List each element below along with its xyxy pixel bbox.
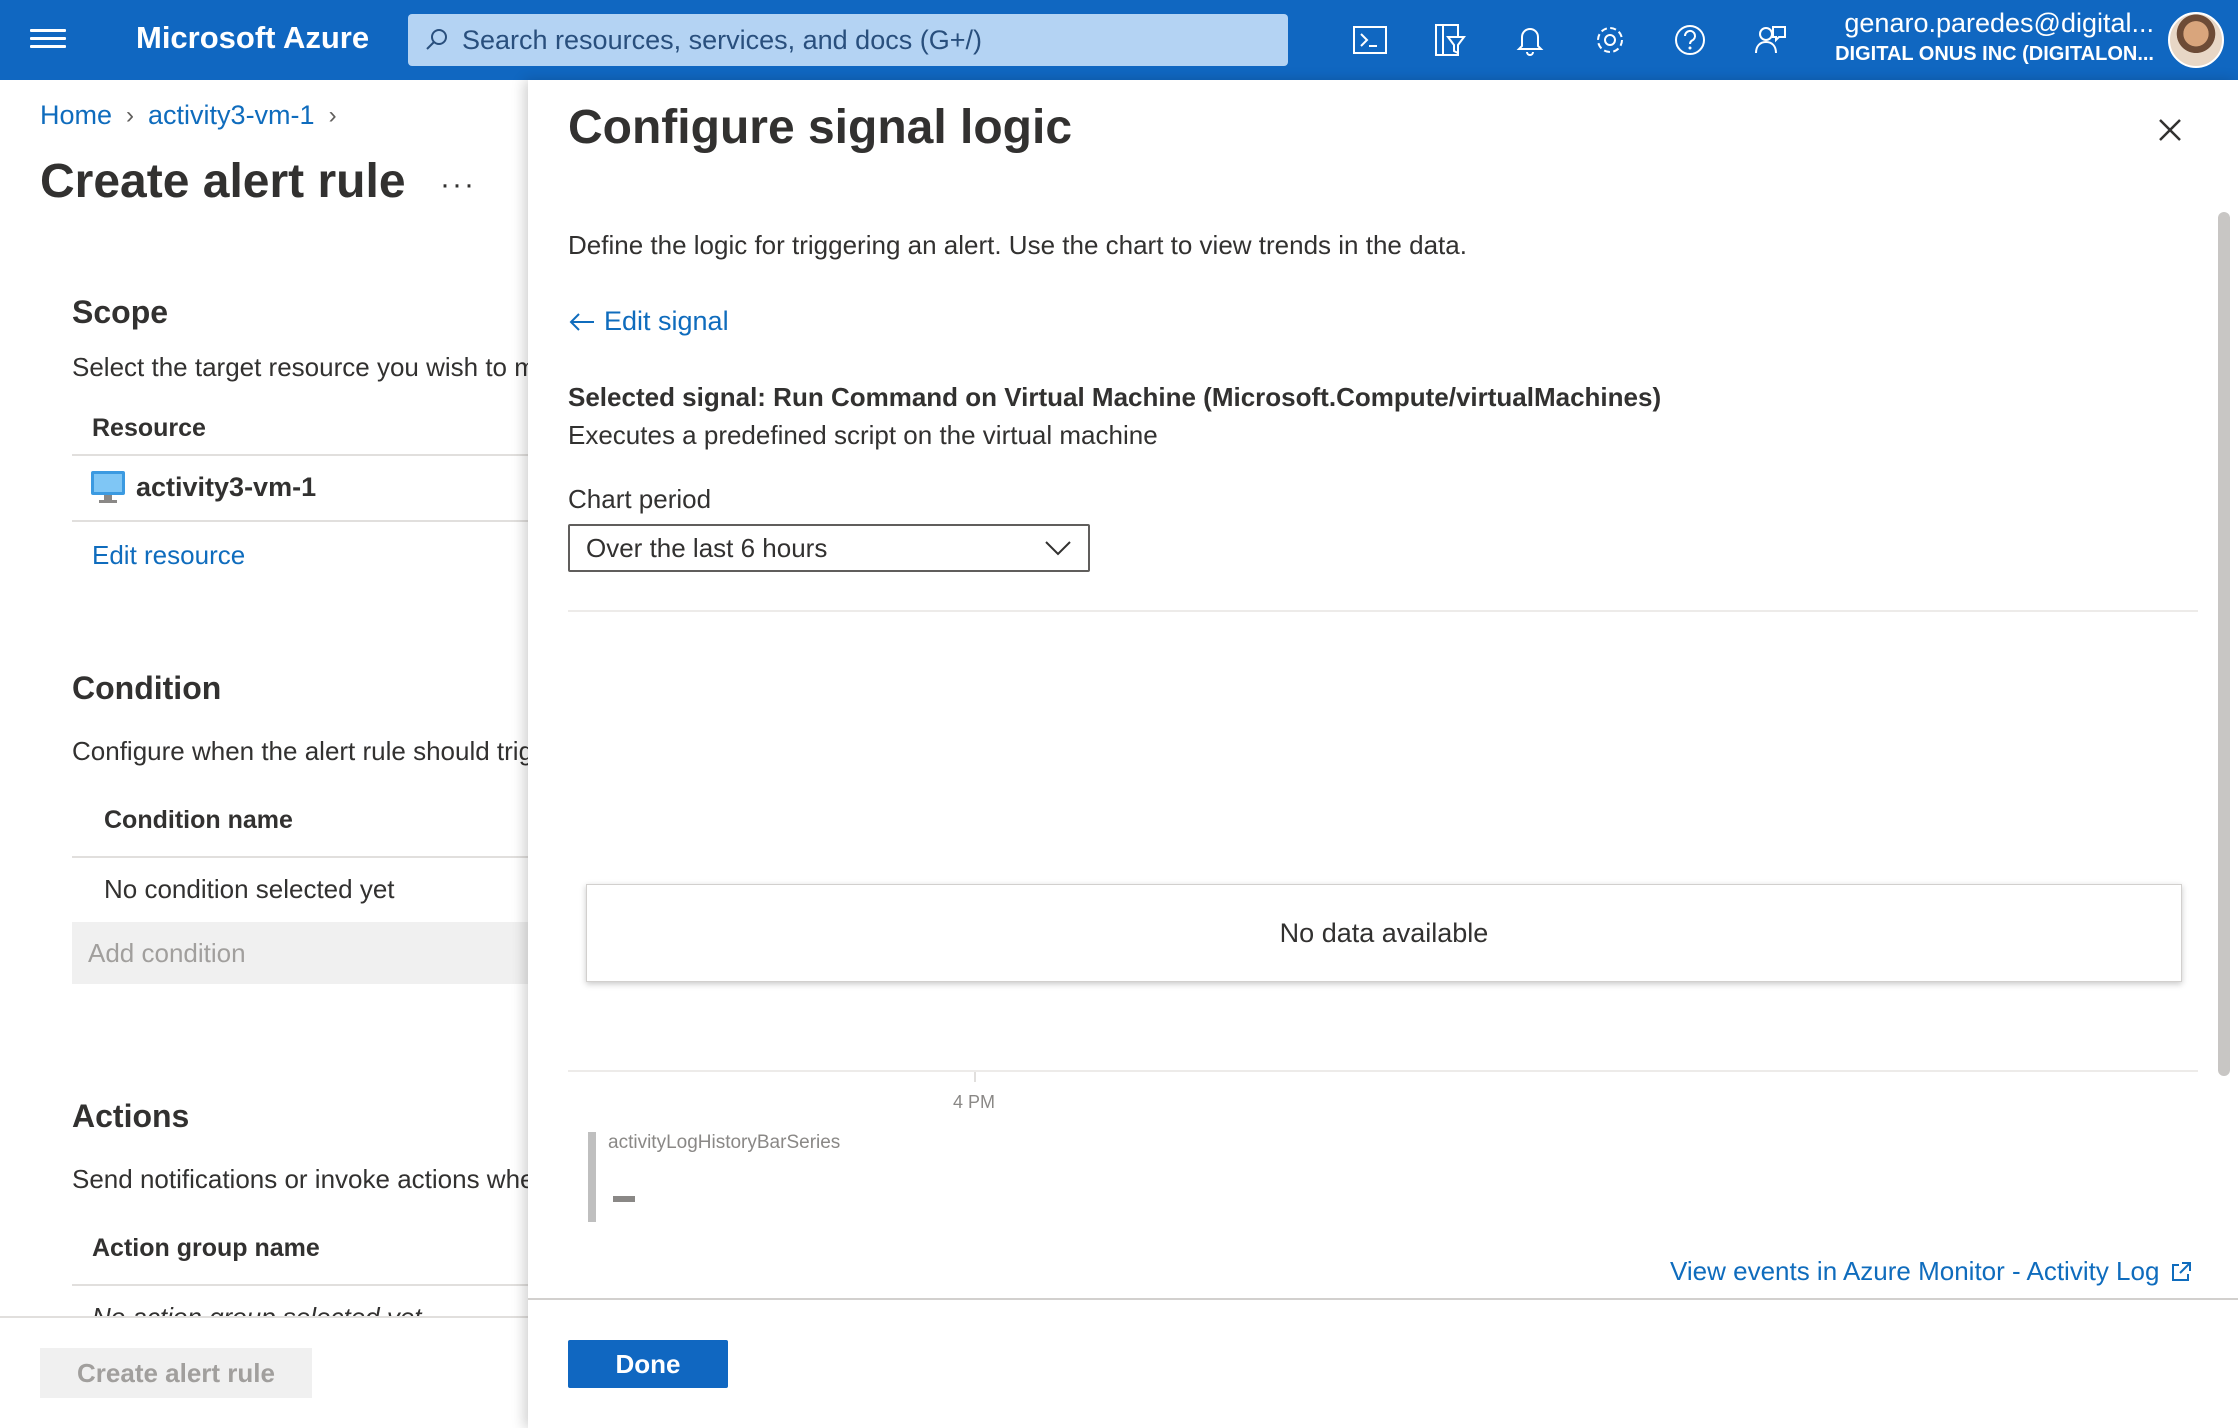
condition-title: Condition (72, 670, 222, 706)
search-input[interactable] (462, 24, 1282, 56)
divider (72, 856, 530, 858)
user-tenant: DIGITAL ONUS INC (DIGITALON... (1835, 43, 2154, 65)
legend-value (613, 1196, 635, 1202)
x-axis-tick (974, 1072, 976, 1082)
condition-description: Configure when the alert rule should tri… (72, 736, 530, 766)
top-icons (1330, 14, 1810, 66)
legend-series-name[interactable]: activityLogHistoryBarSeries (608, 1132, 840, 1154)
divider (72, 454, 530, 456)
monitor-link-label: View events in Azure Monitor - Activity … (1670, 1256, 2160, 1286)
signal-description: Executes a predefined script on the virt… (568, 420, 1158, 450)
search-icon (426, 29, 447, 50)
done-button[interactable]: Done (568, 1340, 728, 1388)
chart-period-value: Over the last 6 hours (586, 532, 828, 563)
add-condition-button[interactable]: Add condition (72, 922, 530, 984)
breadcrumb-home[interactable]: Home (40, 100, 112, 131)
scope-description: Select the target resource you wish to m (72, 352, 530, 382)
scope-title: Scope (72, 294, 169, 330)
actions-title: Actions (72, 1098, 190, 1134)
no-data-message: No data available (586, 884, 2182, 982)
top-bar: Microsoft Azure genaro.paredes@digital..… (0, 0, 2238, 80)
selected-signal: Selected signal: Run Command on Virtual … (568, 382, 1662, 412)
chevron-right-icon: › (126, 101, 135, 129)
condition-name-column-header: Condition name (104, 806, 293, 834)
left-footer: Create alert rule (0, 1316, 530, 1428)
divider (568, 610, 2198, 612)
chart-period-dropdown[interactable]: Over the last 6 hours (568, 524, 1090, 572)
create-alert-rule-blade: Home › activity3-vm-1 › Create alert rul… (0, 80, 530, 1428)
user-email: genaro.paredes@digital... (1844, 8, 2154, 38)
feedback-icon[interactable] (1730, 14, 1810, 66)
edit-signal-link[interactable]: Edit signal (568, 306, 729, 337)
create-alert-rule-button[interactable]: Create alert rule (40, 1348, 312, 1398)
directory-filter-icon[interactable] (1410, 14, 1490, 66)
panel-title: Configure signal logic (568, 101, 1073, 154)
divider (72, 520, 530, 522)
edit-signal-label: Edit signal (604, 306, 729, 336)
chevron-right-icon: › (328, 101, 337, 129)
resource-column-header: Resource (92, 414, 206, 442)
close-icon[interactable] (2148, 108, 2192, 152)
account-info[interactable]: genaro.paredes@digital... DIGITAL ONUS I… (1830, 8, 2154, 66)
azure-monitor-activity-log-link[interactable]: View events in Azure Monitor - Activity … (1670, 1256, 2193, 1287)
search-box[interactable] (408, 14, 1288, 66)
resource-name: activity3-vm-1 (136, 471, 317, 502)
external-link-icon (2172, 1261, 2192, 1281)
chart-period-label: Chart period (568, 484, 712, 514)
resource-row: activity3-vm-1 (90, 470, 316, 504)
panel-scrollbar[interactable] (2218, 212, 2230, 1076)
legend-color-bar (588, 1132, 596, 1222)
actions-description: Send notifications or invoke actions whe (72, 1164, 530, 1194)
cloud-shell-icon[interactable] (1330, 14, 1410, 66)
panel-description: Define the logic for triggering an alert… (568, 230, 1467, 260)
action-group-column-header: Action group name (92, 1234, 320, 1262)
chevron-down-icon (1045, 541, 1071, 556)
edit-resource-link[interactable]: Edit resource (92, 540, 245, 571)
panel-footer: Done (528, 1298, 2238, 1428)
settings-icon[interactable] (1570, 14, 1650, 66)
help-icon[interactable] (1650, 14, 1730, 66)
breadcrumb-vm[interactable]: activity3-vm-1 (148, 100, 315, 131)
arrow-left-icon (569, 312, 594, 331)
divider (72, 1284, 530, 1286)
virtual-machine-icon (91, 471, 125, 503)
breadcrumb: Home › activity3-vm-1 › (40, 100, 351, 131)
chart-axis-line (568, 1070, 2198, 1072)
avatar[interactable] (2168, 12, 2224, 68)
more-options-icon[interactable]: ··· (440, 168, 476, 202)
menu-icon[interactable] (30, 24, 66, 54)
condition-empty-text: No condition selected yet (104, 874, 395, 904)
page-title: Create alert rule (40, 155, 406, 208)
notifications-icon[interactable] (1490, 14, 1570, 66)
configure-signal-logic-panel: Configure signal logic Define the logic … (528, 80, 2238, 1428)
brand-title[interactable]: Microsoft Azure (136, 20, 369, 56)
x-axis-tick-label: 4 PM (952, 1092, 996, 1112)
